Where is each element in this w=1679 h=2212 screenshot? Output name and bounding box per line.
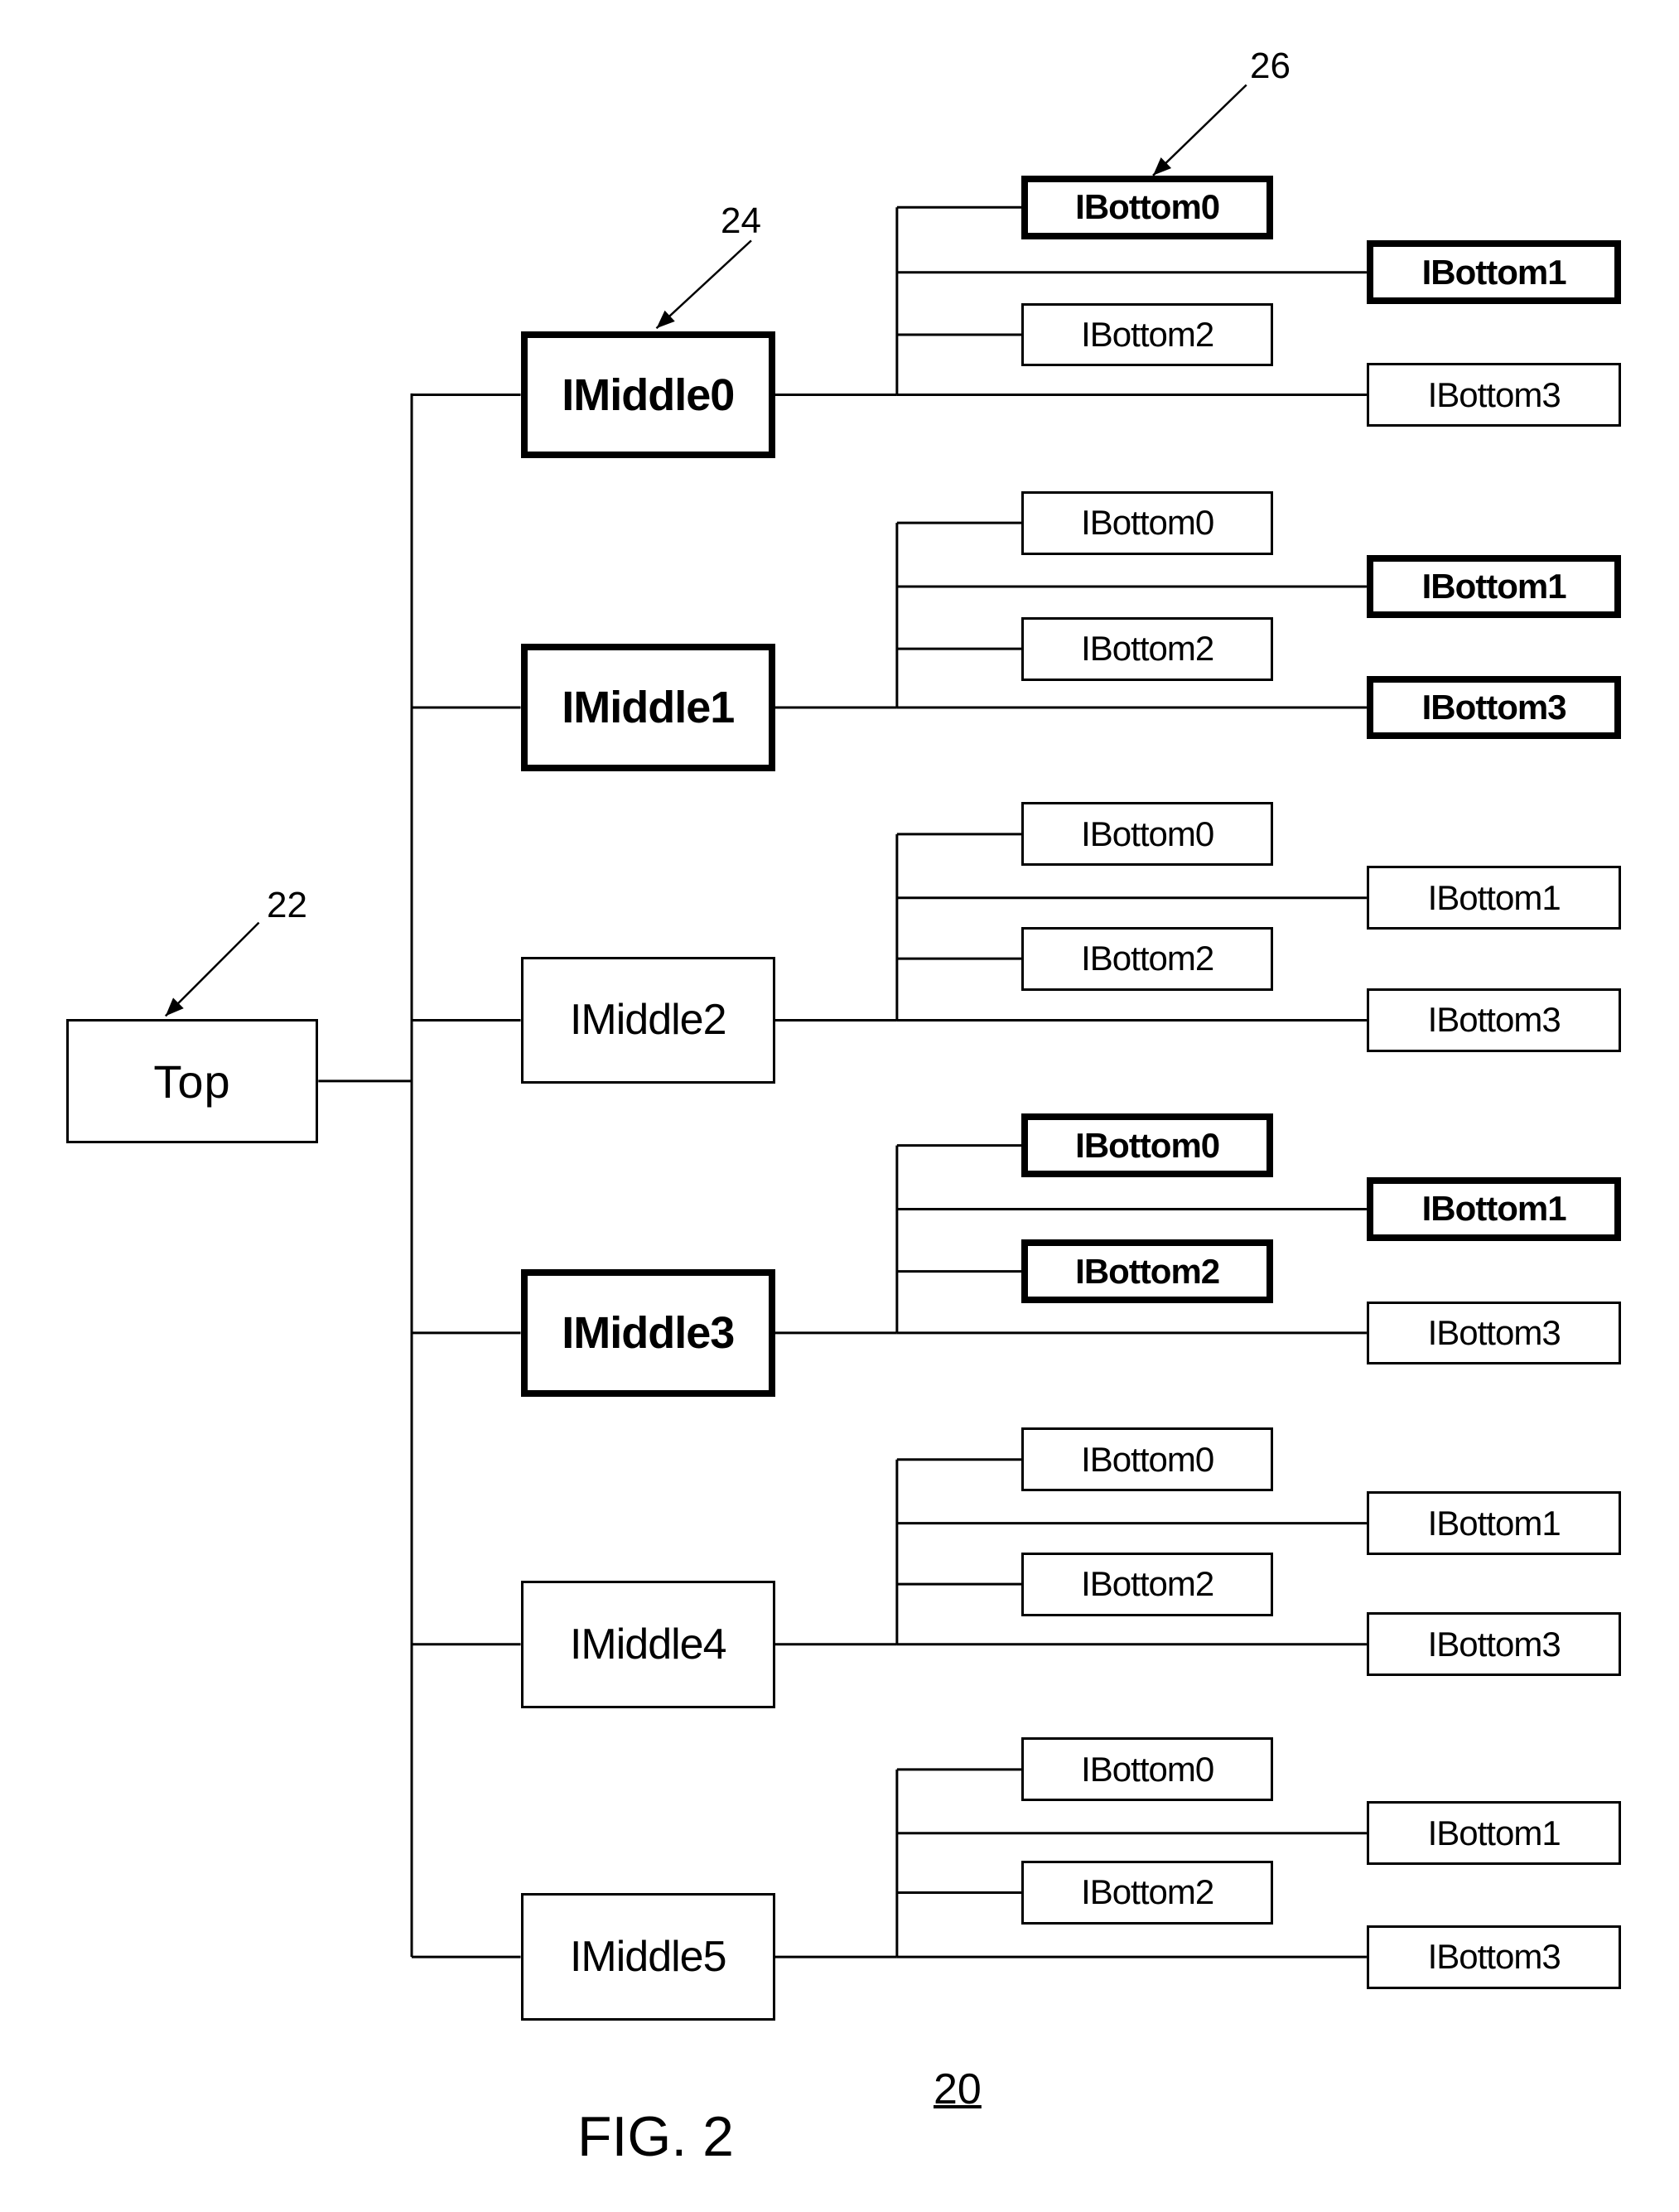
bottom-node-2-2-label: IBottom2 xyxy=(1081,939,1214,978)
bottom-node-1-0: IBottom0 xyxy=(1021,490,1274,555)
bottom-node-3-3: IBottom3 xyxy=(1366,1301,1622,1365)
ref-arrow-bottom-shaft xyxy=(1152,84,1247,176)
ref-arrow-top-shaft xyxy=(164,921,260,1017)
bottom-node-5-2: IBottom2 xyxy=(1021,1861,1274,1925)
middle-node-5-label: IMiddle5 xyxy=(569,1933,727,1982)
figure-number: 20 xyxy=(934,2065,982,2113)
bottom-node-0-2-label: IBottom2 xyxy=(1081,314,1214,354)
bottom-node-3-2-label: IBottom2 xyxy=(1075,1251,1220,1291)
bottom-node-5-1-label: IBottom1 xyxy=(1427,1813,1561,1852)
middle-node-0: IMiddle0 xyxy=(520,331,775,459)
bottom-node-2-0: IBottom0 xyxy=(1021,802,1274,867)
bottom-node-1-3-label: IBottom3 xyxy=(1421,687,1567,727)
bottom-node-4-0-label: IBottom0 xyxy=(1081,1439,1214,1479)
middle-node-3-label: IMiddle3 xyxy=(562,1307,735,1358)
bottom-node-2-3: IBottom3 xyxy=(1366,988,1622,1052)
figure-caption: FIG. 2 xyxy=(577,2105,734,2168)
bottom-node-0-1: IBottom1 xyxy=(1366,240,1622,305)
ref-label-bottom: 26 xyxy=(1250,46,1291,86)
ref-label-top: 22 xyxy=(267,885,307,925)
middle-node-4-label: IMiddle4 xyxy=(569,1620,727,1669)
bottom-node-0-0: IBottom0 xyxy=(1021,175,1274,239)
top-node-label: Top xyxy=(153,1055,231,1108)
bottom-node-2-1: IBottom1 xyxy=(1366,866,1622,930)
bottom-node-2-1-label: IBottom1 xyxy=(1427,877,1561,917)
bottom-node-4-0: IBottom0 xyxy=(1021,1427,1274,1492)
middle-node-4: IMiddle4 xyxy=(520,1580,775,1708)
bottom-node-3-1-label: IBottom1 xyxy=(1421,1189,1567,1229)
bottom-node-4-2-label: IBottom2 xyxy=(1081,1564,1214,1604)
bottom-node-0-3: IBottom3 xyxy=(1366,363,1622,427)
bottom-node-5-0-label: IBottom0 xyxy=(1081,1749,1214,1789)
middle-node-2: IMiddle2 xyxy=(520,956,775,1084)
bottom-node-0-1-label: IBottom1 xyxy=(1421,252,1567,292)
middle-node-5: IMiddle5 xyxy=(520,1893,775,2021)
middle-node-2-label: IMiddle2 xyxy=(569,996,727,1045)
top-node: Top xyxy=(66,1019,318,1143)
ref-arrow-middle-shaft xyxy=(655,239,752,330)
bottom-node-4-3-label: IBottom3 xyxy=(1427,1624,1561,1664)
bottom-node-1-2: IBottom2 xyxy=(1021,616,1274,681)
bottom-node-4-1: IBottom1 xyxy=(1366,1491,1622,1556)
bottom-node-0-3-label: IBottom3 xyxy=(1427,374,1561,414)
bottom-node-3-2: IBottom2 xyxy=(1021,1239,1274,1304)
bottom-node-4-2: IBottom2 xyxy=(1021,1552,1274,1616)
bottom-node-5-0: IBottom0 xyxy=(1021,1737,1274,1802)
bottom-node-4-1-label: IBottom1 xyxy=(1427,1503,1561,1543)
bottom-node-0-0-label: IBottom0 xyxy=(1075,187,1220,227)
bottom-node-3-0: IBottom0 xyxy=(1021,1113,1274,1178)
bottom-node-5-3: IBottom3 xyxy=(1366,1925,1622,1989)
bottom-node-1-1-label: IBottom1 xyxy=(1421,566,1567,606)
bottom-node-2-2: IBottom2 xyxy=(1021,926,1274,991)
bottom-node-3-1: IBottom1 xyxy=(1366,1177,1622,1241)
bottom-node-0-2: IBottom2 xyxy=(1021,302,1274,367)
bottom-node-4-3: IBottom3 xyxy=(1366,1612,1622,1677)
middle-node-1-label: IMiddle1 xyxy=(562,682,735,732)
bottom-node-5-1: IBottom1 xyxy=(1366,1801,1622,1866)
bottom-node-5-3-label: IBottom3 xyxy=(1427,1937,1561,1977)
ref-label-middle: 24 xyxy=(721,200,761,241)
bottom-node-2-0-label: IBottom0 xyxy=(1081,814,1214,853)
middle-node-1: IMiddle1 xyxy=(520,644,775,771)
bottom-node-1-1: IBottom1 xyxy=(1366,554,1622,619)
bottom-node-5-2-label: IBottom2 xyxy=(1081,1872,1214,1912)
bottom-node-1-0-label: IBottom0 xyxy=(1081,503,1214,543)
bottom-node-3-3-label: IBottom3 xyxy=(1427,1312,1561,1352)
middle-node-0-label: IMiddle0 xyxy=(562,369,735,420)
bottom-node-1-3: IBottom3 xyxy=(1366,675,1622,740)
bottom-node-1-2-label: IBottom2 xyxy=(1081,629,1214,669)
bottom-node-3-0-label: IBottom0 xyxy=(1075,1125,1220,1165)
bottom-node-2-3-label: IBottom3 xyxy=(1427,1000,1561,1040)
middle-node-3: IMiddle3 xyxy=(520,1269,775,1397)
